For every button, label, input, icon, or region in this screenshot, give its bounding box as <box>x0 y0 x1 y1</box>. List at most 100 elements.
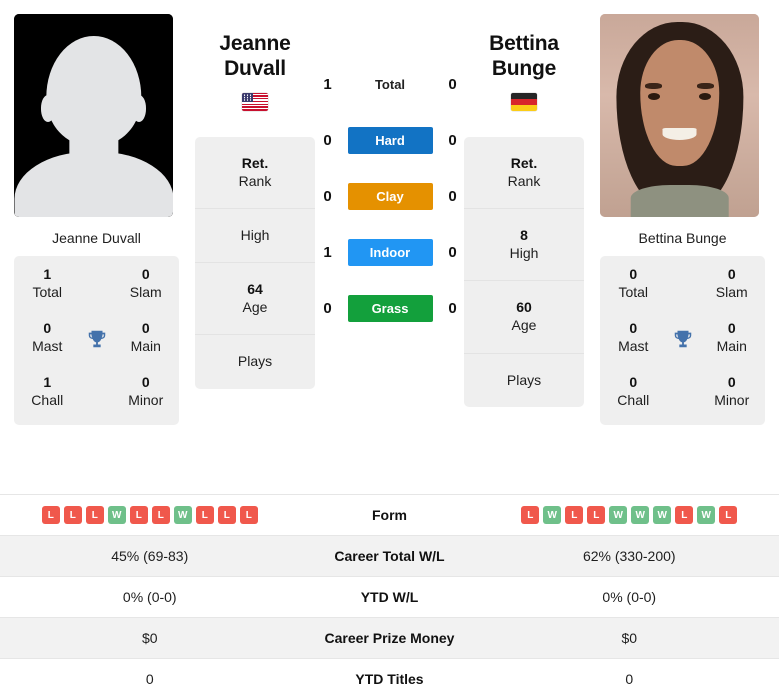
right-info-plays: Plays <box>506 371 542 388</box>
right-flag-wrap <box>464 82 584 111</box>
surface-rows: 1 Total 0 0 Hard 0 0 Clay 0 1 Indoor 0 0 Grass 0 <box>300 56 480 336</box>
left-titles-total: 1 Total <box>32 266 63 300</box>
right-titles-slam: 0 Slam <box>715 266 748 300</box>
form-badge[interactable]: L <box>239 506 258 524</box>
comparison-row: 0 YTD Titles 0 <box>0 658 779 699</box>
form-badge[interactable]: L <box>63 506 82 524</box>
flag-de-icon <box>511 92 537 111</box>
left-career_total_wl-value: 45% (69-83) <box>111 548 189 564</box>
right-player-name: Bettina Bunge <box>464 14 584 82</box>
flag-us-icon <box>242 92 268 111</box>
player-comparison-page: Jeanne Duvall 1 Total 0 Slam 0 Mast 0 Ma… <box>0 0 779 699</box>
right-score-total: 0 <box>448 75 457 93</box>
form-badge[interactable]: W <box>107 506 126 524</box>
right-score-indoor: 0 <box>448 243 457 261</box>
right-titles-chall: 0 Chall <box>617 373 650 408</box>
left-player-titles-card: 1 Total 0 Slam 0 Mast 0 Main 1 Chall 0 M… <box>14 256 179 426</box>
left-titles-minor: 0 Minor <box>128 373 164 408</box>
form-badge[interactable]: L <box>85 506 104 524</box>
right-career_prize_money-value: $0 <box>621 630 638 646</box>
form-badge[interactable]: L <box>129 506 148 524</box>
trophy-icon <box>667 328 699 350</box>
trophy-icon <box>81 328 113 350</box>
left-info-rank: Ret. Rank <box>195 137 315 209</box>
comparison-row: $0 Career Prize Money $0 <box>0 617 779 658</box>
surface-badge-hard[interactable]: Hard <box>347 126 433 154</box>
placeholder-avatar-icon <box>14 14 173 217</box>
form-badge[interactable]: L <box>587 506 606 524</box>
left-titles-mast: 0 Mast <box>32 319 63 354</box>
surface-row-total: 1 Total 0 <box>300 56 480 112</box>
left-score-total: 1 <box>323 75 332 93</box>
right-player-first-name: Bettina <box>489 32 559 55</box>
surface-badge-total[interactable]: Total <box>348 71 433 98</box>
form-badge[interactable]: L <box>195 506 214 524</box>
comparison-row-label: YTD Titles <box>355 671 424 687</box>
comparison-row: L L L W L L W L L L Form L W L L W W W L W L <box>0 494 779 535</box>
surface-row-grass: 0 Grass 0 <box>300 280 480 336</box>
right-ytd_wl-value: 0% (0-0) <box>602 589 657 605</box>
comparison-row-label: YTD W/L <box>360 589 419 605</box>
surface-badge-indoor[interactable]: Indoor <box>347 238 433 266</box>
right-titles-minor: 0 Minor <box>714 373 750 408</box>
right-player-photo[interactable] <box>600 14 759 217</box>
left-form-value: LLLWLLWLLL <box>0 506 300 524</box>
right-ytd_titles-value: 0 <box>625 671 634 687</box>
left-info-plays: Plays <box>237 353 273 370</box>
right-score-hard: 0 <box>448 131 457 149</box>
form-badge[interactable]: W <box>631 506 650 524</box>
right-player-photo-column: Bettina Bunge 0 Total 0 Slam 0 Mast 0 Ma… <box>600 14 765 426</box>
left-player-first-name: Jeanne <box>219 32 291 55</box>
left-player-info-column: Jeanne Duvall Ret. Rank High 64 Age Play… <box>195 14 315 389</box>
left-titles-slam: 0 Slam <box>129 266 162 300</box>
left-ytd_wl-value: 0% (0-0) <box>122 589 177 605</box>
left-info-age: 64 Age <box>195 263 315 336</box>
surface-row-indoor: 1 Indoor 0 <box>300 224 480 280</box>
left-player-info-card: Ret. Rank High 64 Age Plays <box>195 136 315 389</box>
left-titles-main: 0 Main <box>130 319 161 354</box>
comparison-row-label: Form <box>372 507 407 523</box>
form-badge[interactable]: W <box>653 506 672 524</box>
left-score-clay: 0 <box>323 187 332 205</box>
right-titles-main: 0 Main <box>716 319 747 354</box>
form-badge[interactable]: L <box>217 506 236 524</box>
left-player-photo-column: Jeanne Duvall 1 Total 0 Slam 0 Mast 0 Ma… <box>14 14 179 426</box>
right-player-photo-name: Bettina Bunge <box>638 230 727 246</box>
left-player-photo[interactable] <box>14 14 173 217</box>
left-player-last-name: Duvall <box>224 56 286 80</box>
form-badge[interactable]: L <box>521 506 540 524</box>
right-titles-total: 0 Total <box>618 266 649 300</box>
right-player-titles-card: 0 Total 0 Slam 0 Mast 0 Main 0 Chall 0 M… <box>600 256 765 426</box>
surface-row-clay: 0 Clay 0 <box>300 168 480 224</box>
form-badge[interactable]: L <box>565 506 584 524</box>
left-ytd_titles-value: 0 <box>145 671 154 687</box>
form-badge[interactable]: W <box>697 506 716 524</box>
left-titles-chall: 1 Chall <box>31 373 64 408</box>
left-score-grass: 0 <box>323 299 332 317</box>
right-info-high: 8 High <box>464 209 584 282</box>
form-badge[interactable]: L <box>675 506 694 524</box>
left-player-name: Jeanne Duvall <box>195 14 315 82</box>
form-badge[interactable]: L <box>41 506 60 524</box>
form-badge[interactable]: W <box>173 506 192 524</box>
right-titles-mast: 0 Mast <box>618 319 649 354</box>
surface-row-hard: 0 Hard 0 <box>300 112 480 168</box>
surface-badge-grass[interactable]: Grass <box>347 294 433 322</box>
form-badge[interactable]: L <box>719 506 738 524</box>
left-player-photo-name: Jeanne Duvall <box>52 230 141 246</box>
form-badge[interactable]: W <box>543 506 562 524</box>
form-badge[interactable]: L <box>151 506 170 524</box>
comparison-row-label: Career Total W/L <box>334 548 445 564</box>
comparison-row: 0% (0-0) YTD W/L 0% (0-0) <box>0 576 779 617</box>
left-score-hard: 0 <box>323 131 332 149</box>
right-score-clay: 0 <box>448 187 457 205</box>
left-score-indoor: 1 <box>323 243 332 261</box>
right-score-grass: 0 <box>448 299 457 317</box>
left-flag-wrap <box>195 82 315 111</box>
left-info-high: High <box>195 209 315 264</box>
right-form-value: LWLLWWWLWL <box>480 506 779 524</box>
surface-badge-clay[interactable]: Clay <box>347 182 433 210</box>
comparison-row: 45% (69-83) Career Total W/L 62% (330-200) <box>0 535 779 576</box>
right-player-info-card: Ret. Rank 8 High 60 Age Plays <box>464 136 584 407</box>
form-badge[interactable]: W <box>609 506 628 524</box>
